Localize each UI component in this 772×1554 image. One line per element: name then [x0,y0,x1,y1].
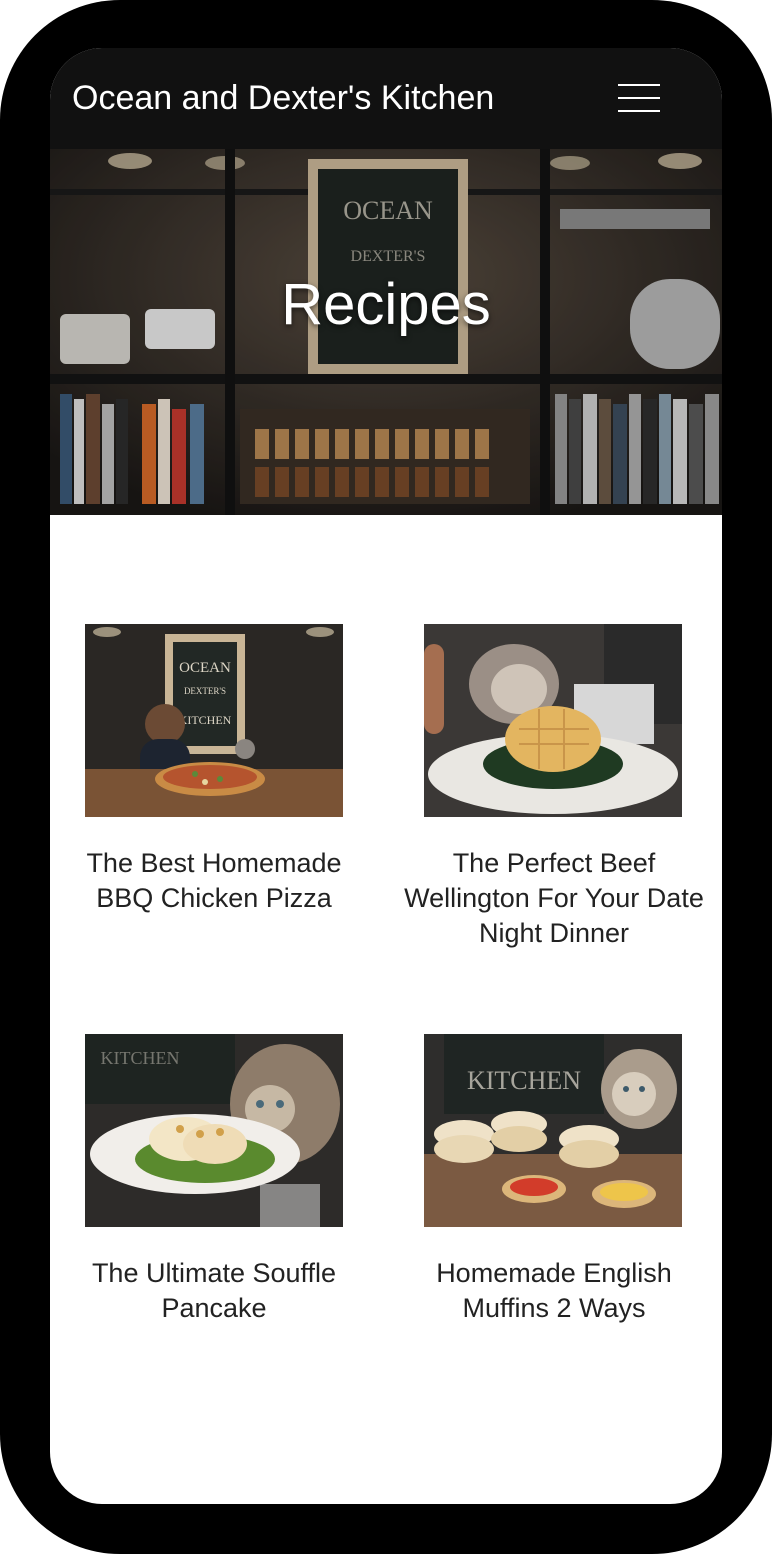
svg-text:KITCHEN: KITCHEN [467,1066,581,1095]
hero-banner: OCEAN DEXTER'S Recipes [50,149,722,515]
recipe-thumbnail[interactable]: OCEAN DEXTER'S KITCHEN [85,624,343,817]
svg-text:DEXTER'S: DEXTER'S [184,686,226,696]
recipe-thumbnail[interactable]: KITCHEN [85,1034,343,1227]
recipe-card[interactable]: KITCHEN Homemade English Muffins 2 Ways [404,1034,704,1334]
recipe-title[interactable]: The Best Homemade BBQ Chicken Pizza [64,846,364,916]
recipe-thumbnail[interactable] [424,624,682,817]
svg-text:KITCHEN: KITCHEN [101,1048,180,1068]
hamburger-menu-icon[interactable] [616,78,664,118]
recipe-card[interactable]: KITCHEN The Ultimate Souffle Pancake [64,1034,364,1334]
recipe-title[interactable]: The Perfect Beef Wellington For Your Dat… [404,846,704,951]
recipe-card[interactable]: OCEAN DEXTER'S KITCHEN The Best Homemade… [64,624,364,954]
screen: Ocean and Dexter's Kitchen OCEAN DEXTER'… [50,48,722,1504]
page-title: Recipes [281,272,491,337]
svg-text:OCEAN: OCEAN [179,660,231,676]
recipe-title[interactable]: The Ultimate Souffle Pancake [64,1256,364,1326]
site-header: Ocean and Dexter's Kitchen [50,48,722,149]
site-title[interactable]: Ocean and Dexter's Kitchen [72,76,494,120]
svg-text:KITCHEN: KITCHEN [179,713,232,727]
recipe-card[interactable]: The Perfect Beef Wellington For Your Dat… [404,624,704,954]
recipe-thumbnail[interactable]: KITCHEN [424,1034,682,1227]
recipe-title[interactable]: Homemade English Muffins 2 Ways [404,1256,704,1326]
